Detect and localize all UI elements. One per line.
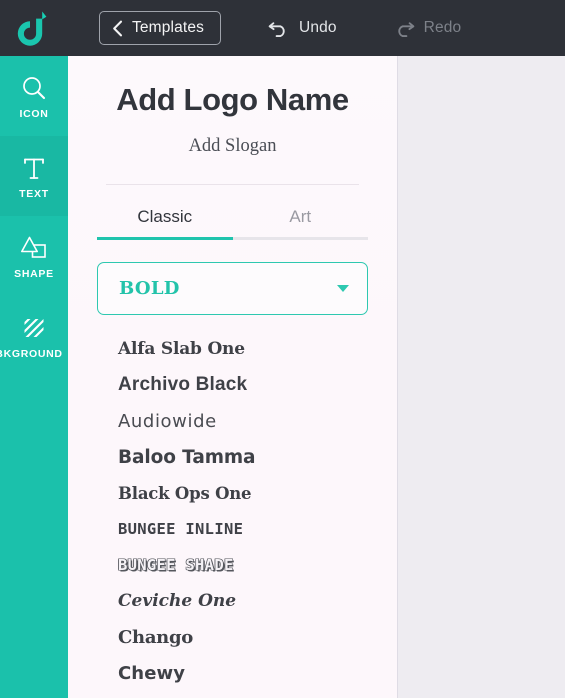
font-style-dropdown[interactable]: BOLD xyxy=(97,262,368,315)
font-list-item[interactable]: Alfa Slab One xyxy=(118,331,397,367)
font-list-item[interactable]: Baloo Tamma xyxy=(118,439,397,475)
font-list-item[interactable]: Chewy xyxy=(118,655,397,691)
sidebar-item-icon-label: ICON xyxy=(19,107,49,120)
logo-editor-app: Templates Undo Redo ICON TEXT SHAPE BKGR… xyxy=(0,0,565,698)
logo-name-text[interactable]: Add Logo Name xyxy=(68,82,397,118)
sidebar-item-background-label: BKGROUND xyxy=(0,347,63,360)
font-list-item[interactable]: Ceviche One xyxy=(118,583,397,619)
templates-label: Templates xyxy=(132,19,204,36)
hatch-pattern-icon xyxy=(21,313,47,341)
text-t-icon xyxy=(21,153,47,181)
panel-divider xyxy=(106,184,359,185)
app-logo[interactable] xyxy=(0,0,68,56)
shapes-icon xyxy=(20,233,48,261)
sidebar-item-background[interactable]: BKGROUND xyxy=(0,296,68,376)
left-sidebar: ICON TEXT SHAPE BKGROUND xyxy=(0,56,68,698)
templates-button[interactable]: Templates xyxy=(99,11,221,45)
sidebar-item-shape-label: SHAPE xyxy=(14,267,54,280)
top-toolbar: Templates Undo Redo xyxy=(0,0,565,56)
font-style-dropdown-value: BOLD xyxy=(119,278,180,299)
tab-active-underline xyxy=(97,237,233,240)
font-list[interactable]: Alfa Slab One Archivo Black Audiowide Ba… xyxy=(68,331,397,691)
style-tabs: Classic Art xyxy=(97,207,368,240)
design-panel: Add Logo Name Add Slogan Classic Art BOL… xyxy=(68,56,398,698)
app-logo-icon xyxy=(17,11,47,46)
font-list-item[interactable]: BUNGEE SHADE xyxy=(118,547,397,583)
tab-art[interactable]: Art xyxy=(233,207,369,240)
redo-arrow-icon xyxy=(398,21,415,37)
chevron-down-icon xyxy=(337,285,349,292)
magnifier-icon xyxy=(21,73,47,101)
font-list-item[interactable]: Audiowide xyxy=(118,403,397,439)
sidebar-item-text-label: TEXT xyxy=(19,187,49,200)
slogan-text[interactable]: Add Slogan xyxy=(68,136,397,157)
canvas-area: Add Logo Name Add Slogan Classic Art BOL… xyxy=(68,56,565,698)
font-list-item[interactable]: BUNGEE INLINE xyxy=(118,511,397,547)
chevron-left-icon xyxy=(113,20,123,36)
sidebar-item-shape[interactable]: SHAPE xyxy=(0,216,68,296)
font-list-item[interactable]: Black Ops One xyxy=(118,475,397,511)
redo-label: Redo xyxy=(423,19,462,36)
tab-classic[interactable]: Classic xyxy=(97,207,233,240)
font-list-item[interactable]: Archivo Black xyxy=(118,367,397,403)
font-list-item[interactable]: Chango xyxy=(118,619,397,655)
undo-label: Undo xyxy=(299,19,337,36)
undo-button[interactable]: Undo xyxy=(262,11,343,45)
undo-arrow-icon xyxy=(268,21,285,37)
sidebar-item-text[interactable]: TEXT xyxy=(0,136,68,216)
sidebar-item-icon[interactable]: ICON xyxy=(0,56,68,136)
redo-button[interactable]: Redo xyxy=(387,11,468,45)
